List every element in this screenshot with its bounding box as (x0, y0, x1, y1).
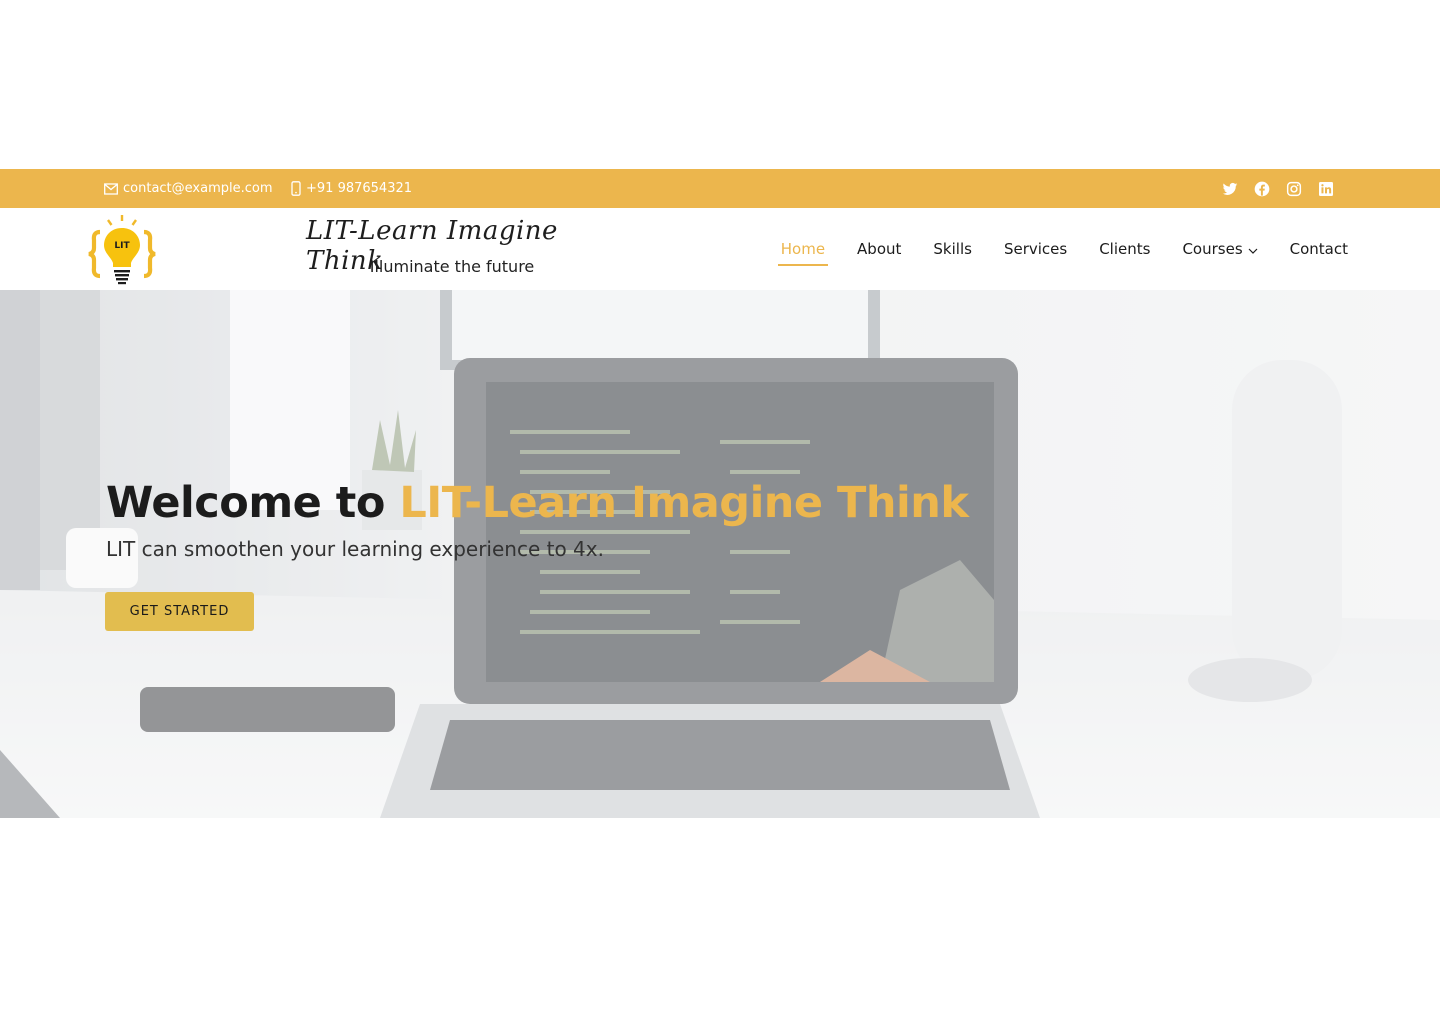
phone-text: +91 987654321 (306, 181, 413, 196)
nav-item-label: About (857, 240, 902, 258)
nav-item-contact[interactable]: Contact (1290, 240, 1348, 258)
hero-section: Welcome to LIT-Learn Imagine Think LIT c… (0, 290, 1440, 818)
main-nav: Home About Skills Services Clients Cours… (777, 208, 1348, 290)
nav-item-clients[interactable]: Clients (1099, 240, 1150, 258)
hero-title-prefix: Welcome to (106, 478, 400, 528)
brand-tagline: Illuminate the future (369, 257, 535, 276)
nav-item-home[interactable]: Home (777, 240, 829, 266)
nav-item-label: Clients (1099, 240, 1151, 258)
twitter-icon[interactable] (1222, 181, 1238, 197)
envelope-icon (104, 182, 118, 195)
nav-item-label: Skills (933, 240, 972, 258)
nav-item-courses[interactable]: Courses (1182, 240, 1258, 258)
lightbulb-logo-icon[interactable]: LIT (86, 212, 158, 288)
nav-item-skills[interactable]: Skills (933, 240, 972, 258)
nav-item-about[interactable]: About (857, 240, 901, 258)
social-links (1222, 169, 1334, 208)
get-started-label: GET STARTED (129, 604, 230, 619)
hero-title: Welcome to LIT-Learn Imagine Think (106, 478, 969, 528)
nav-item-label: Contact (1289, 240, 1348, 258)
logo-text: LIT (114, 241, 130, 251)
get-started-button[interactable]: GET STARTED (105, 592, 254, 631)
site-header: LIT LIT-Learn Imagine Think Illuminate t… (0, 208, 1440, 290)
nav-item-label: Services (1003, 240, 1068, 258)
phone-icon (291, 181, 301, 196)
linkedin-icon[interactable] (1318, 181, 1334, 197)
phone-contact[interactable]: +91 987654321 (291, 169, 412, 208)
facebook-icon[interactable] (1254, 181, 1270, 197)
hero-subtitle: LIT can smoothen your learning experienc… (106, 537, 604, 561)
nav-item-label: Home (780, 240, 826, 258)
email-contact[interactable]: contact@example.com (104, 169, 273, 208)
chevron-down-icon (1248, 240, 1258, 258)
instagram-icon[interactable] (1286, 181, 1302, 197)
nav-item-label: Courses (1182, 240, 1243, 258)
top-contact-bar: contact@example.com +91 987654321 (0, 169, 1440, 208)
nav-item-services[interactable]: Services (1004, 240, 1067, 258)
hero-title-accent: LIT-Learn Imagine Think (399, 478, 969, 528)
email-text: contact@example.com (123, 181, 273, 196)
